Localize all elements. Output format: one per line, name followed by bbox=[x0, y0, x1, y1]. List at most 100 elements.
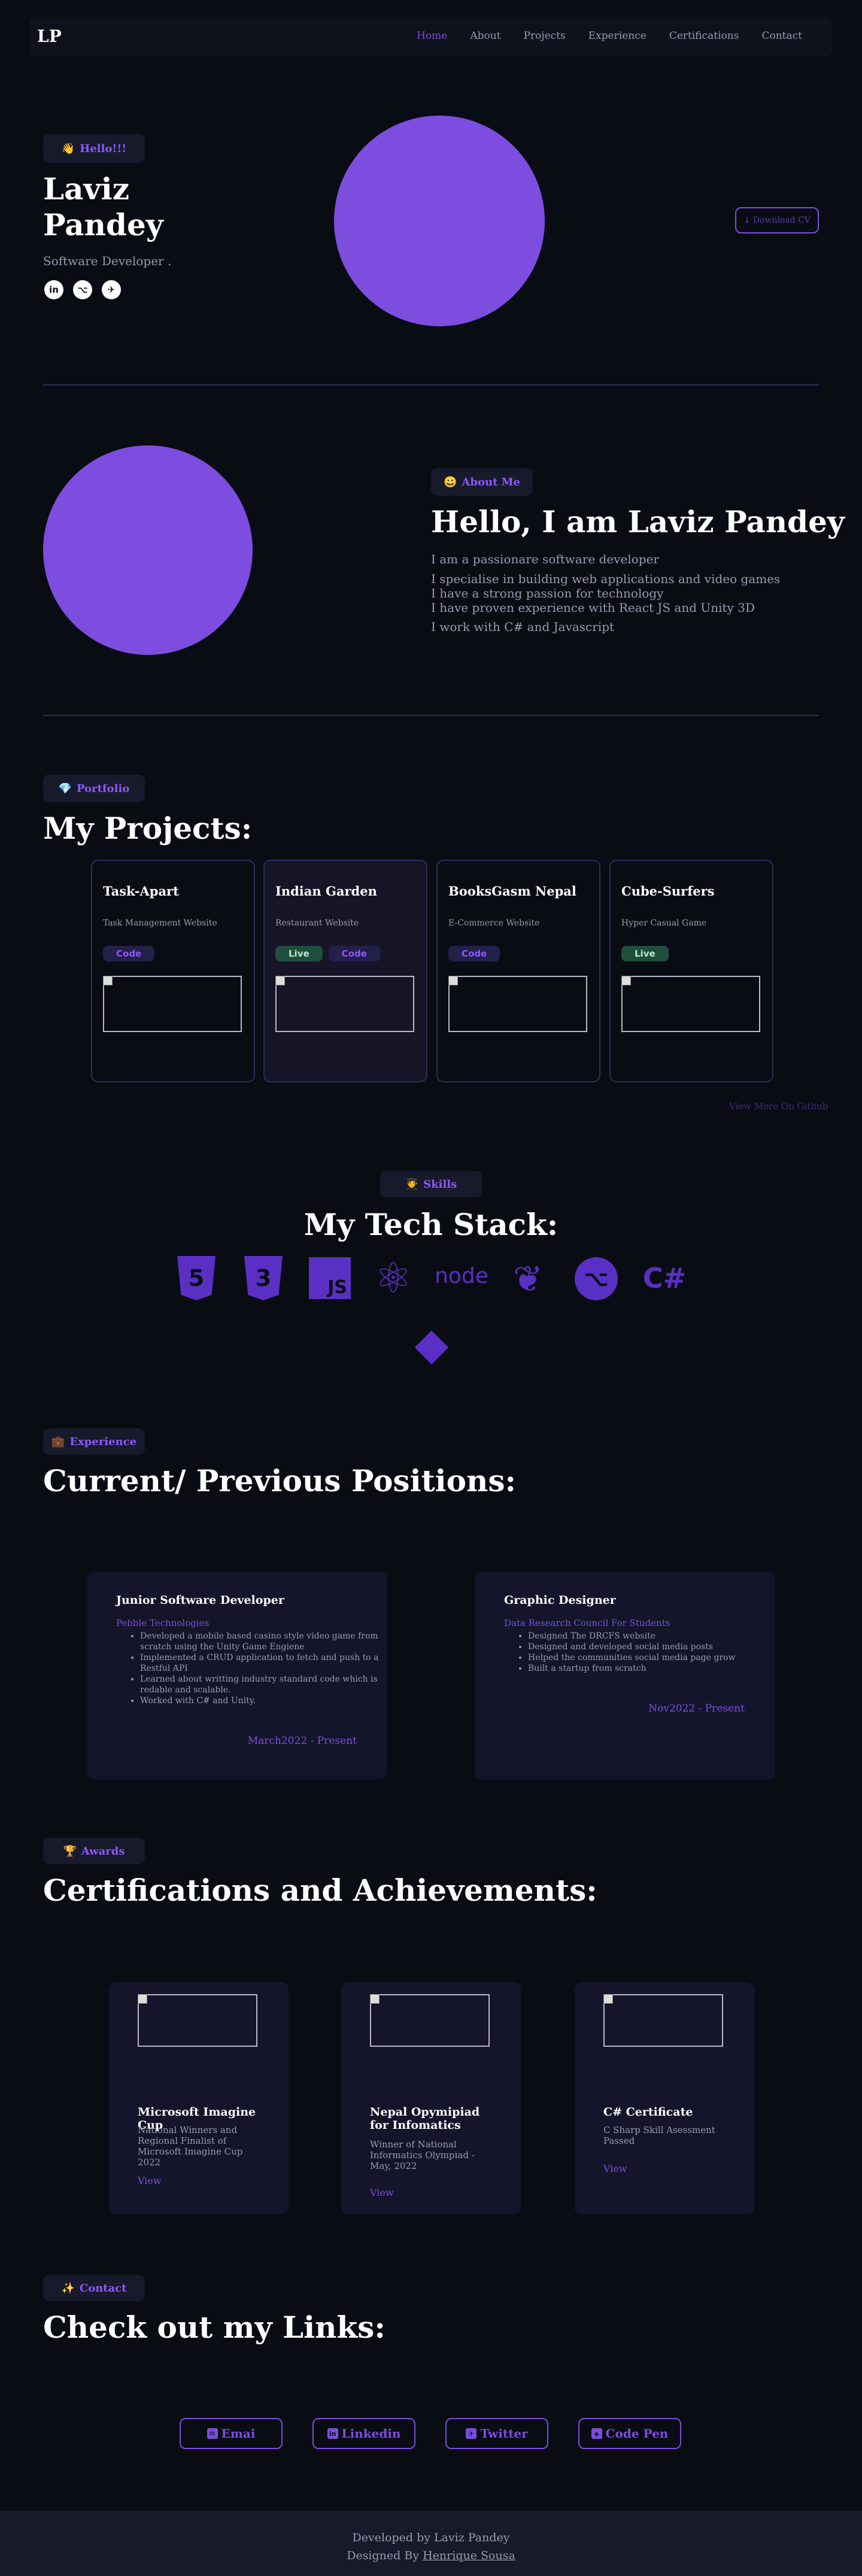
broken-image-icon bbox=[370, 1994, 380, 2004]
footer-designer-prefix: Designed By bbox=[347, 2549, 420, 2562]
awards-badge: 🏆 Awards bbox=[43, 1838, 145, 1864]
live-button[interactable]: Live bbox=[275, 946, 323, 961]
codepen-link-button[interactable]: ◈ Code Pen bbox=[578, 2418, 681, 2449]
hero-role: Software Developer . bbox=[43, 254, 172, 268]
github-icon[interactable]: ⌥ bbox=[73, 280, 92, 299]
divider bbox=[43, 384, 819, 386]
nav-link-home[interactable]: Home bbox=[417, 30, 447, 42]
hero-badge: 👋 Hello!!! bbox=[43, 134, 145, 163]
job-title: Junior Software Developer bbox=[116, 1594, 284, 1607]
job-duties: Designed The DRCFS website Designed and … bbox=[504, 1631, 735, 1674]
email-link-button[interactable]: ✉ Emai bbox=[180, 2418, 283, 2449]
broken-image-icon bbox=[621, 976, 631, 985]
job-duties: Developed a mobile based casino style vi… bbox=[116, 1631, 387, 1706]
navbar: LP Home About Projects Experience Certif… bbox=[30, 17, 832, 56]
awards-badge-label: Awards bbox=[81, 1844, 125, 1858]
about-text-2-line-2: I have a strong passion for technology bbox=[431, 586, 664, 600]
cert-view-link[interactable]: View bbox=[603, 2163, 627, 2174]
link-label: Linkedin bbox=[341, 2426, 401, 2441]
about-text-3: I work with C# and Javascript bbox=[431, 620, 615, 634]
cert-card: Nepal Opymipiad for Infomatics Winner of… bbox=[341, 1982, 521, 2214]
cert-title: Nepal Opymipiad for Infomatics bbox=[370, 2105, 480, 2132]
view-more-github-link[interactable]: View More On Github bbox=[729, 1101, 828, 1112]
portfolio-badge-label: Portfolio bbox=[77, 782, 130, 795]
list-item: Helped the communities social media page… bbox=[528, 1652, 735, 1663]
list-item: Designed and developed social media post… bbox=[528, 1642, 735, 1652]
project-image bbox=[448, 976, 587, 1032]
cert-view-link[interactable]: View bbox=[370, 2187, 394, 2198]
nav-link-about[interactable]: About bbox=[470, 30, 500, 42]
project-title: Indian Garden bbox=[275, 884, 377, 899]
download-cv-label: Download CV bbox=[752, 216, 811, 225]
about-text-1: I am a passionare software developer bbox=[431, 552, 659, 566]
list-item: Worked with C# and Unity. bbox=[140, 1695, 387, 1706]
linkedin-link-button[interactable]: in Linkedin bbox=[312, 2418, 415, 2449]
designer-link[interactable]: Henrique Sousa bbox=[423, 2549, 515, 2562]
cert-description: C Sharp Skill Asessment Passed bbox=[603, 2125, 715, 2146]
broken-image-icon bbox=[138, 1994, 147, 2004]
download-cv-button[interactable]: ⤓ Download CV bbox=[735, 207, 819, 233]
hero-name: Laviz Pandey bbox=[43, 171, 163, 243]
list-item: Designed The DRCFS website bbox=[528, 1631, 735, 1642]
nav-link-experience[interactable]: Experience bbox=[588, 30, 646, 42]
certifications-title: Certifications and Achievements: bbox=[43, 1873, 597, 1908]
project-image bbox=[275, 976, 414, 1032]
hero-name-last: Pandey bbox=[43, 207, 163, 242]
footer-developer: Developed by Laviz Pandey bbox=[352, 2531, 510, 2544]
twitter-icon: ✈ bbox=[466, 2428, 477, 2439]
twitter-link-button[interactable]: ✈ Twitter bbox=[445, 2418, 548, 2449]
nodejs-icon: node bbox=[435, 1263, 488, 1288]
code-button[interactable]: Code bbox=[448, 946, 500, 961]
code-button[interactable]: Code bbox=[103, 946, 155, 961]
experience-card: Junior Software Developer Pebble Technol… bbox=[87, 1572, 387, 1779]
github-icon: ⌥ bbox=[575, 1257, 618, 1300]
nav-link-certifications[interactable]: Certifications bbox=[669, 30, 739, 42]
code-button[interactable]: Code bbox=[328, 946, 380, 961]
live-button[interactable]: Live bbox=[621, 946, 669, 961]
link-label: Code Pen bbox=[605, 2426, 669, 2441]
project-image bbox=[621, 976, 760, 1032]
cert-description: Winner of National Informatics Olympiad … bbox=[370, 2139, 475, 2171]
list-item: Learned about writting industry standard… bbox=[140, 1674, 387, 1695]
footer-designer: Designed By Henrique Sousa bbox=[0, 2549, 862, 2562]
about-avatar bbox=[43, 445, 253, 655]
list-item: Implemented a CRUD application to fetch … bbox=[140, 1652, 387, 1674]
cert-title: C# Certificate bbox=[603, 2105, 693, 2119]
experience-title: Current/ Previous Positions: bbox=[43, 1463, 516, 1498]
broken-image-icon bbox=[448, 976, 458, 985]
css3-icon: 3 bbox=[244, 1256, 283, 1300]
twitter-icon[interactable]: ✈ bbox=[102, 280, 121, 299]
experience-badge-label: Experience bbox=[69, 1435, 137, 1448]
cert-image bbox=[603, 1994, 723, 2047]
project-title: Cube-Surfers bbox=[621, 884, 715, 899]
about-text-2-line-3: I have proven experience with React JS a… bbox=[431, 600, 755, 615]
project-subtitle: Restaurant Website bbox=[275, 918, 359, 928]
nav-link-projects[interactable]: Projects bbox=[524, 30, 566, 42]
link-label: Emai bbox=[221, 2426, 256, 2441]
skills-badge-label: Skills bbox=[423, 1178, 457, 1191]
contact-badge-label: Contact bbox=[79, 2281, 127, 2295]
unity-icon: ◆ bbox=[414, 1318, 449, 1370]
contact-title: Check out my Links: bbox=[43, 2310, 386, 2345]
contact-badge: ✨ Contact bbox=[43, 2275, 145, 2301]
nav-link-contact[interactable]: Contact bbox=[761, 30, 802, 42]
logo[interactable]: LP bbox=[37, 26, 62, 46]
cert-view-link[interactable]: View bbox=[138, 2175, 162, 2186]
job-title: Graphic Designer bbox=[504, 1594, 616, 1607]
linkedin-icon[interactable]: in bbox=[44, 280, 63, 299]
footer: Developed by Laviz Pandey Designed By He… bbox=[0, 2511, 862, 2576]
broken-image-icon bbox=[603, 1994, 613, 2004]
hero-name-first: Laviz bbox=[43, 171, 129, 207]
job-company: Data Research Council For Students bbox=[504, 1618, 670, 1628]
student-icon: 🧑‍🎓 bbox=[405, 1178, 419, 1191]
hero-badge-label: Hello!!! bbox=[80, 142, 127, 155]
gem-icon: 💎 bbox=[58, 782, 72, 795]
project-subtitle: Task Management Website bbox=[103, 918, 217, 928]
job-date: Nov2022 - Present bbox=[648, 1703, 745, 1715]
smile-icon: 😀 bbox=[443, 475, 457, 489]
trophy-icon: 🏆 bbox=[63, 1844, 77, 1858]
email-icon: ✉ bbox=[207, 2428, 218, 2439]
csharp-icon: C# bbox=[642, 1262, 687, 1294]
project-subtitle: Hyper Casual Game bbox=[621, 918, 707, 928]
portfolio-badge: 💎 Portfolio bbox=[43, 775, 145, 802]
